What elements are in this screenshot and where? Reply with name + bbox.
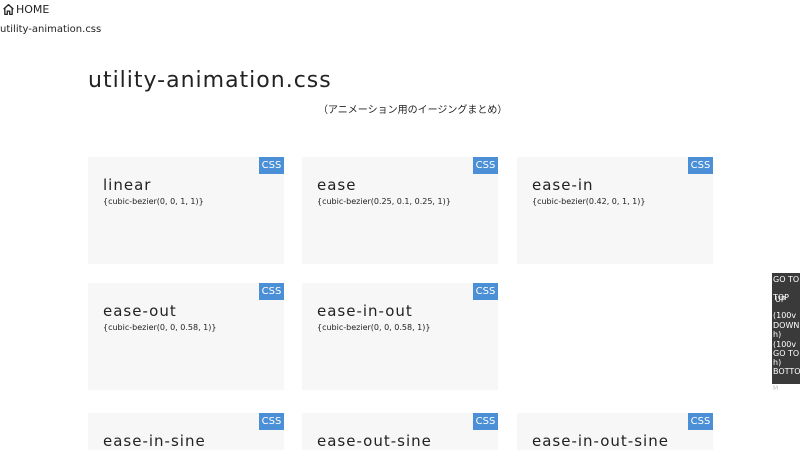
home-icon xyxy=(3,3,14,16)
card-title: ease-in-out xyxy=(317,302,413,320)
card-value: {cubic-bezier(0, 0, 0.58, 1)} xyxy=(103,323,217,332)
go-to-top-button[interactable]: GO TO xyxy=(773,275,799,284)
css-button[interactable]: CSS xyxy=(473,283,498,300)
css-button[interactable]: CSS xyxy=(473,157,498,174)
css-button[interactable]: CSS xyxy=(259,413,284,430)
home-link[interactable]: HOME xyxy=(2,3,49,16)
go-to-bottom-button[interactable]: GO TO xyxy=(773,349,799,358)
card-title: ease-in-sine xyxy=(103,432,206,450)
card-title: linear xyxy=(103,176,152,194)
scroll-up-unit[interactable]: (100v xyxy=(773,311,796,320)
card-title: ease-out xyxy=(103,302,177,320)
easing-card-ease-in-out: CSS ease-in-out {cubic-bezier(0, 0, 0.58… xyxy=(302,283,498,390)
easing-card-ease-in-out-sine: CSS ease-in-out-sine xyxy=(517,413,713,450)
easing-card-ease-out-sine: CSS ease-out-sine xyxy=(302,413,498,450)
card-title: ease-in-out-sine xyxy=(532,432,669,450)
page-subtitle: （アニメーション用のイージングまとめ） xyxy=(318,105,508,116)
card-value: {cubic-bezier(0.25, 0.1, 0.25, 1)} xyxy=(317,197,451,206)
go-to-bottom-label[interactable]: BOTTO xyxy=(773,367,800,376)
go-to-bottom-label-end[interactable]: M xyxy=(773,385,778,392)
scroll-down-unit[interactable]: (100v xyxy=(773,340,796,349)
easing-card-ease-in: CSS ease-in {cubic-bezier(0.42, 0, 1, 1)… xyxy=(517,157,713,264)
css-button[interactable]: CSS xyxy=(259,283,284,300)
scroll-up-button[interactable]: UP xyxy=(775,295,786,304)
css-button[interactable]: CSS xyxy=(473,413,498,430)
card-title: ease xyxy=(317,176,357,194)
easing-card-ease-out: CSS ease-out {cubic-bezier(0, 0, 0.58, 1… xyxy=(88,283,284,390)
card-title: ease-out-sine xyxy=(317,432,432,450)
css-button[interactable]: CSS xyxy=(688,157,713,174)
card-title: ease-in xyxy=(532,176,594,194)
card-value: {cubic-bezier(0, 0, 0.58, 1)} xyxy=(317,323,431,332)
scroll-down-button[interactable]: DOWN xyxy=(773,321,799,330)
easing-card-ease-in-sine: CSS ease-in-sine xyxy=(88,413,284,450)
css-button[interactable]: CSS xyxy=(259,157,284,174)
breadcrumb[interactable]: utility-animation.css xyxy=(0,24,101,35)
home-label: HOME xyxy=(16,3,50,16)
scroll-nav-panel: GO TO TOP UP (100v DOWN h) (100v GO TO h… xyxy=(772,273,800,384)
card-value: {cubic-bezier(0, 0, 1, 1)} xyxy=(103,197,204,206)
easing-card-linear: CSS linear {cubic-bezier(0, 0, 1, 1)} xyxy=(88,157,284,264)
card-value: {cubic-bezier(0.42, 0, 1, 1)} xyxy=(532,197,646,206)
page-title: utility-animation.css xyxy=(88,68,332,93)
go-to-bottom-unit-suffix[interactable]: h) xyxy=(773,358,781,367)
css-button[interactable]: CSS xyxy=(688,413,713,430)
scroll-down-unit-suffix[interactable]: h) xyxy=(773,330,781,339)
easing-card-ease: CSS ease {cubic-bezier(0.25, 0.1, 0.25, … xyxy=(302,157,498,264)
